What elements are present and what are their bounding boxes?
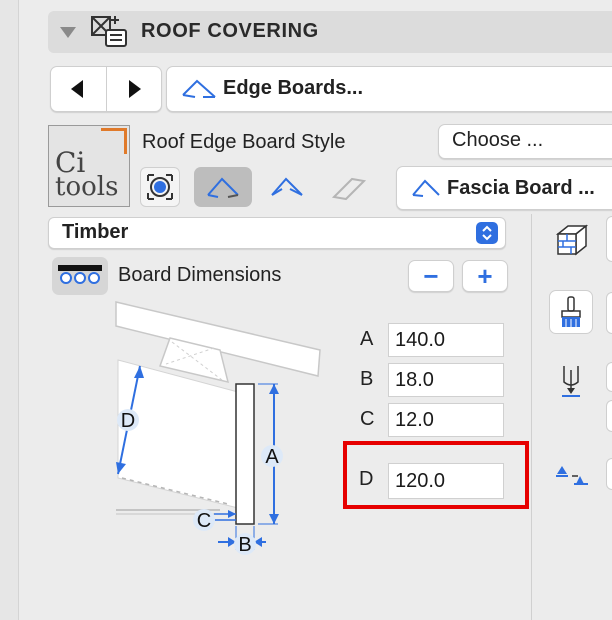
brick-wall-icon — [555, 224, 589, 256]
section-title: ROOF COVERING — [141, 20, 319, 42]
section-header[interactable] — [48, 11, 612, 53]
paint-brush-icon — [561, 296, 581, 327]
fascia-popup-icon — [412, 179, 440, 197]
choose-style-label: Choose ... — [452, 129, 544, 151]
dim-c-field[interactable]: 12.0 — [388, 403, 504, 437]
board-dimensions-icon — [52, 257, 108, 295]
barge-board-icon — [271, 177, 303, 196]
preset-label: Edge Boards... — [223, 77, 364, 99]
dim-a-label: A — [360, 328, 374, 350]
board-type-popup[interactable]: Fascia Board ... — [396, 166, 612, 210]
diagram-label-d: D — [121, 410, 135, 432]
roof-grid-icon — [90, 14, 130, 50]
record-style-button[interactable] — [140, 167, 180, 207]
remove-board-button[interactable]: − — [408, 260, 454, 292]
dim-b-field[interactable]: 18.0 — [388, 363, 504, 397]
board-type-barge-button[interactable] — [262, 167, 312, 207]
dim-c-label: C — [360, 408, 375, 430]
select-stepper-icon — [476, 222, 498, 244]
right-control-4[interactable] — [606, 400, 612, 432]
preset-popup[interactable]: Edge Boards... — [166, 66, 612, 112]
right-control-2[interactable] — [606, 292, 612, 334]
dim-b-label: B — [360, 368, 374, 390]
flat-board-icon — [331, 177, 367, 201]
style-label: Roof Edge Board Style — [142, 131, 346, 153]
left-strip — [0, 0, 18, 620]
choose-style-popup[interactable]: Choose ... — [438, 124, 612, 159]
logo-corner-mark — [101, 128, 127, 154]
board-type-label: Fascia Board ... — [447, 177, 595, 199]
diagram-label-b: B — [238, 534, 251, 556]
arrow-right-icon — [129, 80, 141, 98]
material-select-value: Timber — [62, 221, 129, 243]
right-control-5[interactable] — [606, 458, 612, 490]
logo-text-tools: tools — [55, 172, 119, 202]
add-board-button[interactable]: + — [462, 260, 508, 292]
elevation-offset-icon — [556, 466, 588, 485]
target-icon — [147, 174, 173, 200]
diagram-label-c: C — [197, 510, 211, 532]
highlight-box — [343, 441, 529, 509]
board-dimensions-title: Board Dimensions — [118, 264, 282, 286]
right-control-1[interactable] — [606, 216, 612, 262]
edge-board-icon — [182, 79, 216, 98]
minus-icon: − — [423, 261, 439, 291]
material-select[interactable]: Timber — [48, 217, 506, 249]
collapse-triangle-icon[interactable] — [60, 27, 76, 38]
column-divider — [531, 214, 532, 620]
previous-button[interactable] — [51, 67, 105, 111]
plus-icon: + — [477, 261, 493, 291]
paint-brush-button[interactable] — [549, 290, 593, 334]
citools-logo: Ci tools — [48, 125, 130, 207]
board-type-flat-button[interactable] — [322, 167, 372, 207]
right-control-3[interactable] — [606, 362, 612, 392]
diagram-label-a: A — [265, 446, 279, 468]
board-dimensions-diagram: D A C B — [115, 301, 321, 556]
vertical-offset-icon — [562, 366, 580, 397]
dim-a-field[interactable]: 140.0 — [388, 323, 504, 357]
board-type-fascia-button[interactable] — [194, 167, 252, 207]
fascia-board-icon — [207, 177, 239, 198]
arrow-left-icon — [71, 80, 83, 98]
next-button[interactable] — [107, 67, 160, 111]
